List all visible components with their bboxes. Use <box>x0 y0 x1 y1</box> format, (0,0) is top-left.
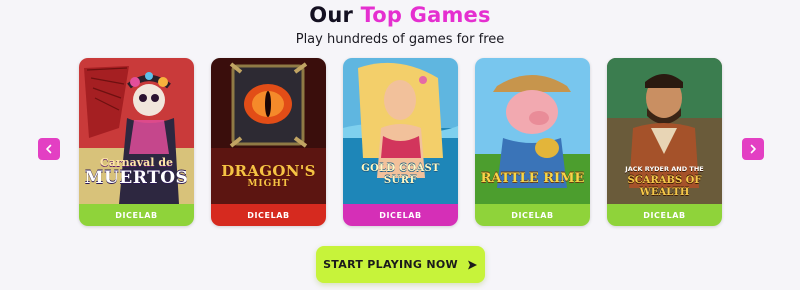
game-title-line1: RATTLE RIME <box>480 171 585 186</box>
section-title-accent: Top Games <box>360 3 491 27</box>
section-title: Our Top Games <box>0 3 800 27</box>
game-card-dragons-might[interactable]: DRAGON'S MIGHT DICELAB <box>211 58 326 226</box>
provider-label: DICELAB <box>343 204 458 226</box>
top-games-section: Our Top Games Play hundreds of games for… <box>0 0 800 290</box>
game-card-gold-coast-surf[interactable]: GOLD COAST SURF DICELAB <box>343 58 458 226</box>
game-card-scarabs-of-wealth[interactable]: JACK RYDER AND THE SCARABS OF WEALTH DIC… <box>607 58 722 226</box>
game-title-line2: MUERTOS <box>84 168 189 188</box>
game-title-line2: SCARABS OF WEALTH <box>627 175 702 198</box>
chevron-left-icon <box>46 144 52 154</box>
game-title-line1: DRAGON'S <box>221 162 316 180</box>
game-card-carnaval-de-muertos[interactable]: Carnaval de MUERTOS DICELAB <box>79 58 194 226</box>
section-title-prefix: Our <box>309 3 361 27</box>
play-arrow-icon <box>467 260 477 269</box>
carousel-prev-button[interactable] <box>38 138 60 160</box>
game-title-line2: SURF <box>383 175 418 186</box>
carousel-next-button[interactable] <box>742 138 764 160</box>
section-subtitle: Play hundreds of games for free <box>295 32 505 47</box>
provider-label: DICELAB <box>475 204 590 226</box>
game-title-line1: GOLD COAST <box>361 163 440 174</box>
game-title-line2: MIGHT <box>247 179 290 189</box>
provider-label: DICELAB <box>607 204 722 226</box>
start-playing-label: START PLAYING NOW <box>323 258 458 271</box>
chevron-right-icon <box>750 144 756 154</box>
provider-label: DICELAB <box>79 204 194 226</box>
game-card-rattle-rime[interactable]: RATTLE RIME DICELAB <box>475 58 590 226</box>
game-title-line1: JACK RYDER AND THE <box>625 165 704 173</box>
start-playing-button[interactable]: START PLAYING NOW <box>316 246 485 283</box>
game-title-line1: Carnaval de <box>99 156 174 169</box>
provider-label: DICELAB <box>211 204 326 226</box>
